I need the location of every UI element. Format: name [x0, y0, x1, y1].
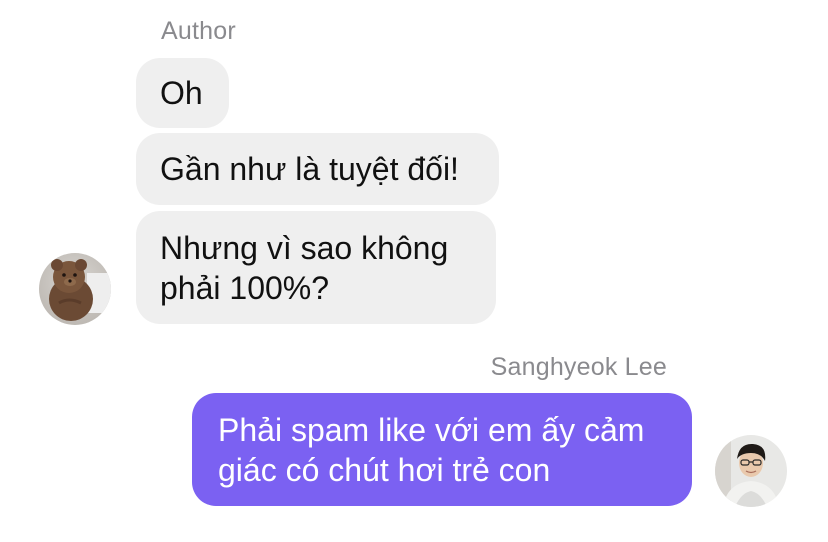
message-text: Oh [160, 75, 203, 111]
incoming-message-bubble[interactable]: Gần như là tuyệt đối! [136, 133, 499, 205]
chat-thread: Author Oh Gần như là tuyệt đối! Nhưng vì… [0, 0, 828, 542]
person-photo-avatar-icon[interactable] [715, 435, 787, 507]
message-text: Phải spam like với em ấy cảm giác có chú… [218, 411, 645, 488]
incoming-sender-name: Author [161, 17, 236, 45]
message-text: Gần như là tuyệt đối! [160, 151, 459, 187]
teddy-bear-avatar-icon[interactable] [39, 253, 111, 325]
incoming-message-bubble[interactable]: Oh [136, 58, 229, 128]
message-text: Nhưng vì sao không phải 100%? [160, 229, 449, 306]
outgoing-message-bubble[interactable]: Phải spam like với em ấy cảm giác có chú… [192, 393, 692, 506]
incoming-message-bubble[interactable]: Nhưng vì sao không phải 100%? [136, 211, 496, 324]
outgoing-sender-name: Sanghyeok Lee [490, 353, 667, 381]
